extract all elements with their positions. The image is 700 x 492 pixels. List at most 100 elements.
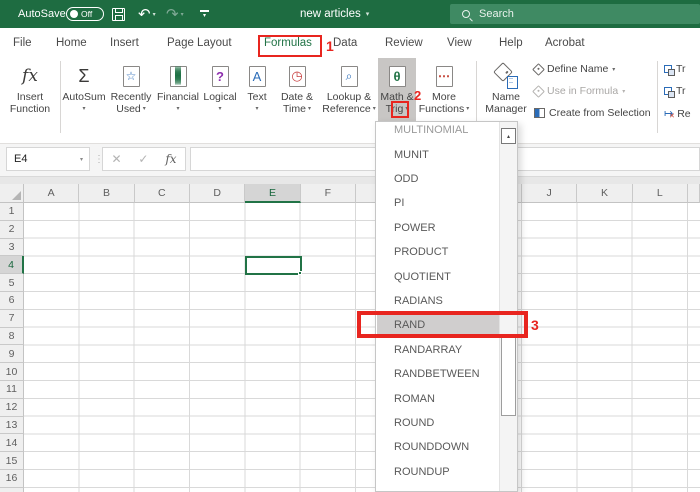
sigma-icon: Σ — [78, 65, 90, 86]
dropdown-item-roman[interactable]: ROMAN — [377, 386, 501, 410]
name-manager-button[interactable]: -- -- Name Manager — [482, 58, 530, 128]
tab-review[interactable]: Review — [385, 28, 423, 57]
row-header-12[interactable]: 12 — [0, 398, 24, 417]
tab-page-layout[interactable]: Page Layout — [167, 28, 232, 57]
dropdown-item-munit[interactable]: MUNIT — [377, 142, 501, 166]
row-header-17[interactable]: 17 — [0, 487, 24, 492]
trace-dependents-button[interactable]: Tr — [664, 85, 686, 98]
annotation-box-formulas — [258, 35, 322, 57]
use-in-formula-button-disabled: Use in Formula ▾ — [532, 84, 626, 98]
scrollbar-thumb[interactable] — [501, 336, 516, 416]
dropdown-item-round[interactable]: ROUND — [377, 411, 501, 435]
dropdown-item-roundup[interactable]: ROUNDUP — [377, 460, 501, 484]
column-header-D[interactable]: D — [189, 184, 246, 203]
column-header-J[interactable]: J — [521, 184, 578, 203]
column-header-B[interactable]: B — [79, 184, 135, 203]
scroll-up-icon[interactable]: ▴ — [501, 128, 516, 144]
row-header-8[interactable]: 8 — [0, 327, 24, 346]
dropdown-item-pi[interactable]: PI — [377, 191, 501, 215]
recently-used-button[interactable]: ☆ Recently Used ▾ — [106, 58, 156, 128]
tab-help[interactable]: Help — [499, 28, 523, 57]
row-header-3[interactable]: 3 — [0, 238, 24, 257]
autosum-button[interactable]: Σ AutoSum ▾ — [62, 58, 106, 128]
fill-handle[interactable] — [298, 271, 302, 275]
tab-view[interactable]: View — [447, 28, 472, 57]
row-header-2[interactable]: 2 — [0, 220, 24, 239]
cancel-icon[interactable]: ✕ — [111, 152, 121, 166]
date-time-button[interactable]: ◷ Date & Time ▾ — [274, 58, 320, 128]
document-title[interactable]: new articles ▾ — [300, 0, 369, 28]
dropdown-item-quotient[interactable]: QUOTIENT — [377, 264, 501, 288]
customize-quick-access-button[interactable]: ▾ — [200, 0, 209, 28]
dropdown-item-radians[interactable]: RADIANS — [377, 289, 501, 313]
row-header-13[interactable]: 13 — [0, 416, 24, 435]
row-header-9[interactable]: 9 — [0, 345, 24, 364]
chevron-down-icon: ▾ — [622, 88, 626, 95]
column-header-K[interactable]: K — [577, 184, 633, 203]
cell-grid[interactable] — [24, 203, 700, 492]
annotation-number-2: 2 — [414, 88, 422, 103]
column-header-A[interactable]: A — [24, 184, 80, 203]
dropdown-item-randarray[interactable]: RANDARRAY — [377, 338, 501, 362]
column-header-F[interactable]: F — [300, 184, 356, 203]
chevron-down-icon: ▾ — [152, 11, 156, 18]
dropdown-item-product[interactable]: PRODUCT — [377, 240, 501, 264]
tab-insert[interactable]: Insert — [110, 28, 139, 57]
row-header-11[interactable]: 11 — [0, 381, 24, 399]
more-functions-button[interactable]: ⋯ More Functions ▾ — [416, 58, 472, 128]
tab-file[interactable]: File — [13, 28, 32, 57]
insert-function-fx-icon[interactable]: fx — [165, 152, 176, 166]
trace-precedents-icon — [664, 65, 675, 76]
financial-button[interactable]: Financial ▾ — [156, 58, 200, 128]
tab-acrobat[interactable]: Acrobat — [545, 28, 585, 57]
row-header-16[interactable]: 16 — [0, 470, 24, 488]
autosave-toggle[interactable]: Off — [66, 0, 104, 28]
undo-button[interactable]: ↶ ▾ — [138, 0, 156, 28]
column-header-E[interactable]: E — [245, 184, 301, 203]
select-all-button[interactable] — [0, 184, 24, 203]
annotation-number-1: 1 — [326, 38, 334, 54]
column-header-C[interactable]: C — [134, 184, 190, 203]
dropdown-item-odd[interactable]: ODD — [377, 167, 501, 191]
insert-function-button[interactable]: fx Insert Function — [4, 58, 56, 128]
toggle-knob-icon — [70, 10, 78, 18]
search-input[interactable]: Search — [450, 4, 700, 24]
magnifier-icon: ⌕ — [340, 65, 358, 87]
create-from-selection-button[interactable]: Create from Selection — [534, 107, 651, 119]
dropdown-item-power[interactable]: POWER — [377, 216, 501, 240]
chevron-down-icon: ▾ — [466, 106, 470, 112]
row-header-10[interactable]: 10 — [0, 363, 24, 381]
dropdown-scrollbar[interactable]: ▴ — [499, 122, 517, 491]
row-header-15[interactable]: 15 — [0, 452, 24, 470]
remove-arrows-button[interactable]: ↦Re — [664, 107, 691, 121]
column-header-partial — [687, 184, 700, 203]
row-header-7[interactable]: 7 — [0, 309, 24, 328]
tab-home[interactable]: Home — [56, 28, 87, 57]
question-mark-icon: ? — [211, 65, 229, 87]
row-header-4[interactable]: 4 — [0, 256, 24, 275]
text-button[interactable]: A Text ▾ — [240, 58, 274, 128]
column-header-L[interactable]: L — [632, 184, 688, 203]
define-name-button[interactable]: Define Name ▾ — [532, 62, 616, 76]
row-header-1[interactable]: 1 — [0, 203, 24, 221]
tab-data[interactable]: Data — [333, 28, 357, 57]
lookup-reference-button[interactable]: ⌕ Lookup & Reference ▾ — [320, 58, 378, 128]
chevron-down-icon: ▾ — [612, 66, 616, 73]
row-header-14[interactable]: 14 — [0, 434, 24, 453]
save-button[interactable] — [112, 0, 125, 28]
trace-precedents-button[interactable]: Tr — [664, 63, 686, 76]
logical-button[interactable]: ? Logical ▾ — [200, 58, 240, 128]
name-box[interactable]: E4 ▾ — [6, 147, 90, 171]
excel-window: AutoSave Off ↶ ▾ ↷ ▾ ▾ new articles ▾ Searc… — [0, 0, 700, 492]
chevron-down-icon: ▾ — [79, 156, 83, 163]
dropdown-item-rounddown[interactable]: ROUNDDOWN — [377, 435, 501, 459]
selected-cell-E4[interactable] — [245, 256, 302, 275]
row-header-6[interactable]: 6 — [0, 292, 24, 310]
row-header-5[interactable]: 5 — [0, 274, 24, 292]
dropdown-item-randbetween[interactable]: RANDBETWEEN — [377, 362, 501, 386]
enter-check-icon[interactable]: ✓ — [138, 152, 148, 166]
chevron-down-icon: ▾ — [180, 11, 184, 18]
chevron-down-icon: ▾ — [307, 106, 311, 112]
dropdown-item-multinomial[interactable]: MULTINOMIAL — [377, 122, 501, 142]
chevron-down-icon: ▾ — [218, 106, 222, 112]
